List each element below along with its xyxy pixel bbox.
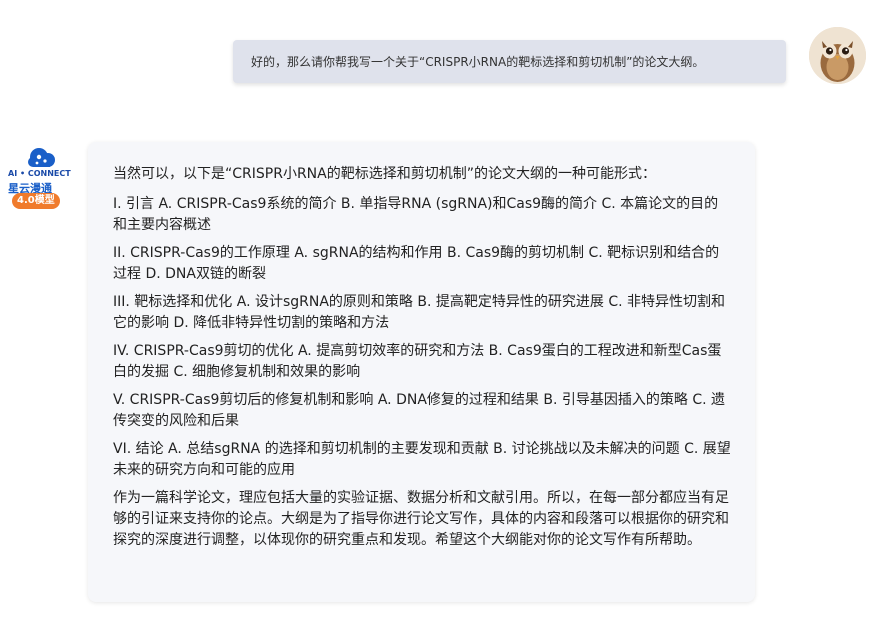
- user-message-bubble: 好的，那么请你帮我写一个关于“CRISPR小RNA的靶标选择和剪切机制”的论文大…: [233, 40, 786, 83]
- outline-section-3: III. 靶标选择和优化 A. 设计sgRNA的原则和策略 B. 提高靶定特异性…: [113, 294, 726, 331]
- bot-logo: AI • CONNECT 星云漫通 4.0模型: [4, 145, 71, 213]
- owl-avatar-icon: [809, 27, 866, 84]
- user-message-text: 好的，那么请你帮我写一个关于“CRISPR小RNA的靶标选择和剪切机制”的论文大…: [251, 55, 705, 69]
- bot-intro-text: 当然可以，以下是“CRISPR小RNA的靶标选择和剪切机制”的论文大纲的一种可能…: [113, 166, 656, 182]
- cloud-logo-icon: [28, 148, 55, 167]
- outline-section-4: IV. CRISPR-Cas9剪切的优化 A. 提高剪切效率的研究和方法 B. …: [113, 343, 722, 380]
- model-version-badge: 4.0模型: [12, 193, 60, 209]
- outline-section-1: I. 引言 A. CRISPR-Cas9系统的简介 B. 单指导RNA (sgR…: [113, 196, 719, 233]
- outline-section-5: V. CRISPR-Cas9剪切后的修复机制和影响 A. DNA修复的过程和结果…: [113, 392, 725, 429]
- user-avatar[interactable]: [809, 27, 866, 84]
- outline-section-6: VI. 结论 A. 总结sgRNA 的选择和剪切机制的主要发现和贡献 B. 讨论…: [113, 441, 731, 478]
- logo-ai-connect-text: AI • CONNECT: [8, 169, 71, 178]
- outline-section-2: II. CRISPR-Cas9的工作原理 A. sgRNA的结构和作用 B. C…: [113, 245, 720, 282]
- bot-message-bubble: 当然可以，以下是“CRISPR小RNA的靶标选择和剪切机制”的论文大纲的一种可能…: [88, 142, 755, 602]
- bot-closing-text: 作为一篇科学论文，理应包括大量的实验证据、数据分析和文献引用。所以，在每一部分都…: [113, 490, 729, 548]
- chat-page: 好的，那么请你帮我写一个关于“CRISPR小RNA的靶标选择和剪切机制”的论文大…: [0, 0, 882, 630]
